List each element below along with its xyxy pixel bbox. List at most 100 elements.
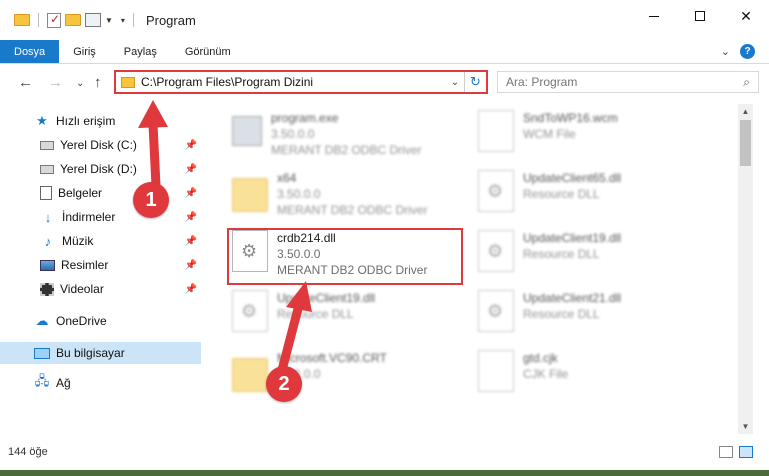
quick-access-toolbar: ▼ ▾ [0, 0, 138, 40]
chevron-down-icon[interactable]: ⌄ [446, 77, 464, 88]
nav-item-music[interactable]: ♪ Müzik 📌 [0, 230, 201, 252]
file-name: UpdateClient21.dll [523, 291, 622, 305]
file-type: Resource DLL [277, 307, 354, 321]
help-icon[interactable]: ? [740, 44, 755, 59]
address-bar[interactable]: C:\Program Files\Program Dizini ⌄ ↻ [114, 70, 488, 94]
file-version: 3.50.0.0 [271, 127, 315, 141]
file-type: Resource DLL [523, 247, 600, 261]
nav-item-pictures[interactable]: Resimler 📌 [0, 254, 201, 276]
explorer-window: ▼ ▾ Program ✕ Dosya Giriş Paylaş Görünüm… [0, 0, 769, 476]
disk-icon [40, 164, 54, 174]
refresh-icon[interactable]: ↻ [464, 72, 486, 92]
nav-item-this-pc[interactable]: Bu bilgisayar [0, 342, 201, 364]
file-item[interactable]: Microsoft.VC90.CRT 3.50.0.0 [232, 350, 387, 392]
nav-item-local-disk-c[interactable]: Yerel Disk (C:) 📌 [0, 134, 201, 156]
search-box[interactable]: ⌕ [497, 71, 759, 93]
music-icon: ♪ [44, 233, 52, 249]
file-name: Microsoft.VC90.CRT [277, 351, 387, 365]
file-description: MERANT DB2 ODBC Driver [271, 143, 422, 157]
nav-item-label: OneDrive [56, 314, 107, 328]
file-name: x64 [277, 171, 297, 185]
forward-arrow-icon[interactable]: → [48, 74, 63, 91]
file-item[interactable]: UpdateClient65.dll Resource DLL [478, 170, 621, 212]
nav-item-videos[interactable]: Videolar 📌 [0, 278, 201, 300]
up-arrow-icon[interactable]: ↑ [94, 74, 102, 91]
tab-home[interactable]: Giriş [59, 40, 110, 63]
nav-item-onedrive[interactable]: ☁ OneDrive [0, 310, 201, 332]
pin-icon[interactable]: 📌 [185, 260, 197, 271]
file-item[interactable]: gtd.cjk CJK File [478, 350, 568, 392]
new-folder-icon[interactable] [65, 14, 81, 26]
pin-icon[interactable]: 📌 [185, 212, 197, 223]
videos-icon [40, 282, 54, 296]
file-item[interactable]: x64 3.50.0.0 MERANT DB2 ODBC Driver [232, 170, 427, 218]
search-input[interactable] [506, 75, 706, 89]
computer-icon [34, 347, 50, 359]
folder-icon [121, 76, 135, 88]
pin-icon[interactable]: 📌 [185, 236, 197, 247]
file-item[interactable]: SndToWP16.wcm WCM File [478, 110, 618, 152]
vertical-scrollbar[interactable]: ▲ ▼ [738, 104, 753, 434]
nav-item-documents[interactable]: Belgeler 📌 [0, 182, 201, 204]
address-path[interactable]: C:\Program Files\Program Dizini [141, 75, 446, 89]
file-item[interactable]: UpdateClient19.dll Resource DLL [232, 290, 375, 332]
details-view-icon[interactable] [719, 446, 733, 458]
scrollbar-thumb[interactable] [740, 120, 751, 166]
scroll-up-icon[interactable]: ▲ [738, 104, 753, 119]
expand-ribbon-icon[interactable]: ⌄ [721, 45, 730, 58]
scroll-down-icon[interactable]: ▼ [738, 419, 753, 434]
dll-file-icon [478, 170, 514, 212]
recent-locations-icon[interactable]: ⌄ [76, 78, 84, 89]
step-2-badge: 2 [266, 366, 302, 402]
tab-share[interactable]: Paylaş [110, 40, 171, 63]
pin-icon[interactable]: 📌 [185, 188, 197, 199]
file-icon [478, 350, 514, 392]
properties-check-icon[interactable] [47, 12, 61, 28]
file-name: gtd.cjk [523, 351, 558, 365]
dropdown-arrow-icon[interactable]: ▼ [105, 16, 113, 25]
nav-item-label: Hızlı erişim [56, 114, 116, 128]
executable-icon [232, 116, 262, 146]
file-item[interactable]: UpdateClient19.dll Resource DLL [478, 230, 621, 272]
tab-file[interactable]: Dosya [0, 40, 60, 63]
file-item[interactable]: UpdateClient21.dll Resource DLL [478, 290, 621, 332]
nav-item-local-disk-d[interactable]: Yerel Disk (D:) 📌 [0, 158, 201, 180]
pin-icon[interactable]: 📌 [185, 164, 197, 175]
nav-item-quick-access[interactable]: ★ Hızlı erişim [0, 110, 201, 132]
customize-toolbar-icon[interactable]: ▾ [121, 16, 125, 25]
maximize-button[interactable] [677, 0, 723, 32]
file-type: CJK File [523, 367, 569, 381]
tiles-view-icon[interactable] [739, 446, 753, 458]
tab-label: Dosya [14, 45, 46, 58]
nav-item-label: Bu bilgisayar [56, 346, 125, 360]
file-item[interactable]: program.exe 3.50.0.0 MERANT DB2 ODBC Dri… [232, 110, 421, 158]
back-arrow-icon[interactable]: ← [18, 74, 33, 91]
pin-icon[interactable]: 📌 [185, 140, 197, 151]
search-icon[interactable]: ⌕ [743, 75, 750, 90]
nav-item-downloads[interactable]: ↓ İndirmeler 📌 [0, 206, 201, 228]
tab-view[interactable]: Görünüm [171, 40, 245, 63]
pictures-icon [40, 259, 55, 271]
tab-label: Giriş [73, 45, 96, 58]
file-name: SndToWP16.wcm [523, 111, 618, 125]
properties-icon[interactable] [85, 13, 101, 27]
documents-icon [40, 186, 52, 200]
dll-file-icon [478, 230, 514, 272]
minimize-button[interactable] [631, 0, 677, 32]
nav-item-label: Yerel Disk (C:) [60, 138, 137, 152]
window-title: Program [145, 12, 196, 28]
folder-icon [232, 178, 268, 212]
nav-item-label: Belgeler [58, 186, 103, 200]
step-1-badge: 1 [133, 182, 169, 218]
tab-label: Paylaş [123, 45, 157, 58]
nav-item-label: Ağ [56, 376, 71, 390]
folder-icon [232, 358, 268, 392]
folder-icon[interactable] [14, 14, 30, 26]
nav-item-network[interactable]: 🖧 Ağ [0, 372, 201, 394]
pin-icon[interactable]: 📌 [185, 284, 197, 295]
file-description: MERANT DB2 ODBC Driver [277, 203, 428, 217]
file-name: UpdateClient19.dll [277, 291, 376, 305]
toolbar-divider [38, 13, 39, 27]
close-button[interactable]: ✕ [723, 0, 769, 32]
status-bar: 144 öğe [0, 438, 769, 468]
